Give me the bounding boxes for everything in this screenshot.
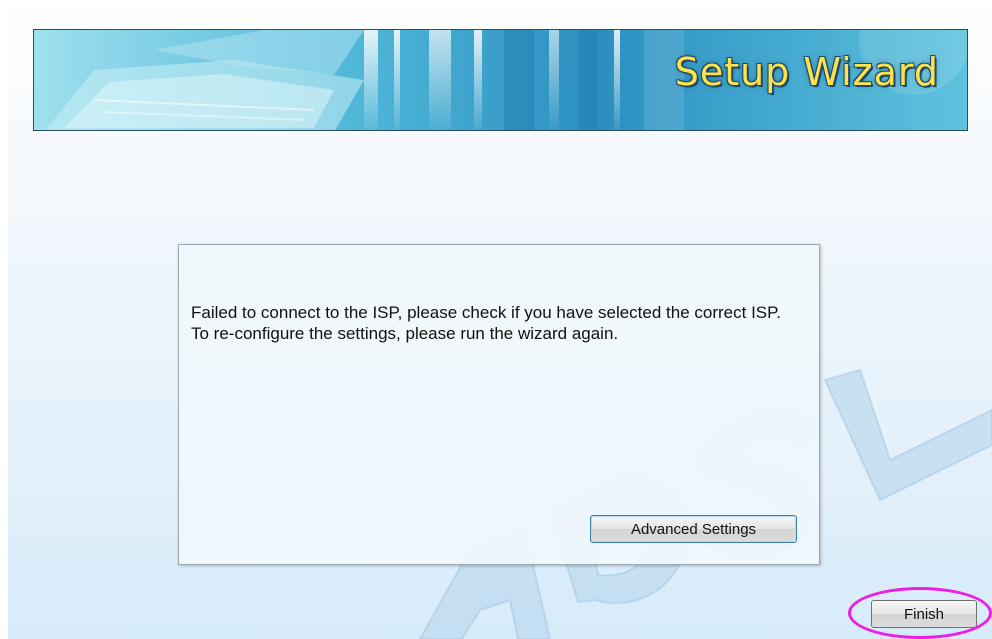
page-left-margin <box>0 0 8 639</box>
banner-title: Setup Wizard <box>674 50 939 94</box>
finish-button[interactable]: Finish <box>871 600 977 628</box>
setup-wizard-banner: Setup Wizard <box>33 29 968 131</box>
wizard-page: Setup Wizard Failed to connect to the IS… <box>0 0 992 639</box>
status-dialog: Failed to connect to the ISP, please che… <box>178 244 820 565</box>
connection-failed-message: Failed to connect to the ISP, please che… <box>191 303 782 343</box>
advanced-settings-button[interactable]: Advanced Settings <box>590 515 797 543</box>
